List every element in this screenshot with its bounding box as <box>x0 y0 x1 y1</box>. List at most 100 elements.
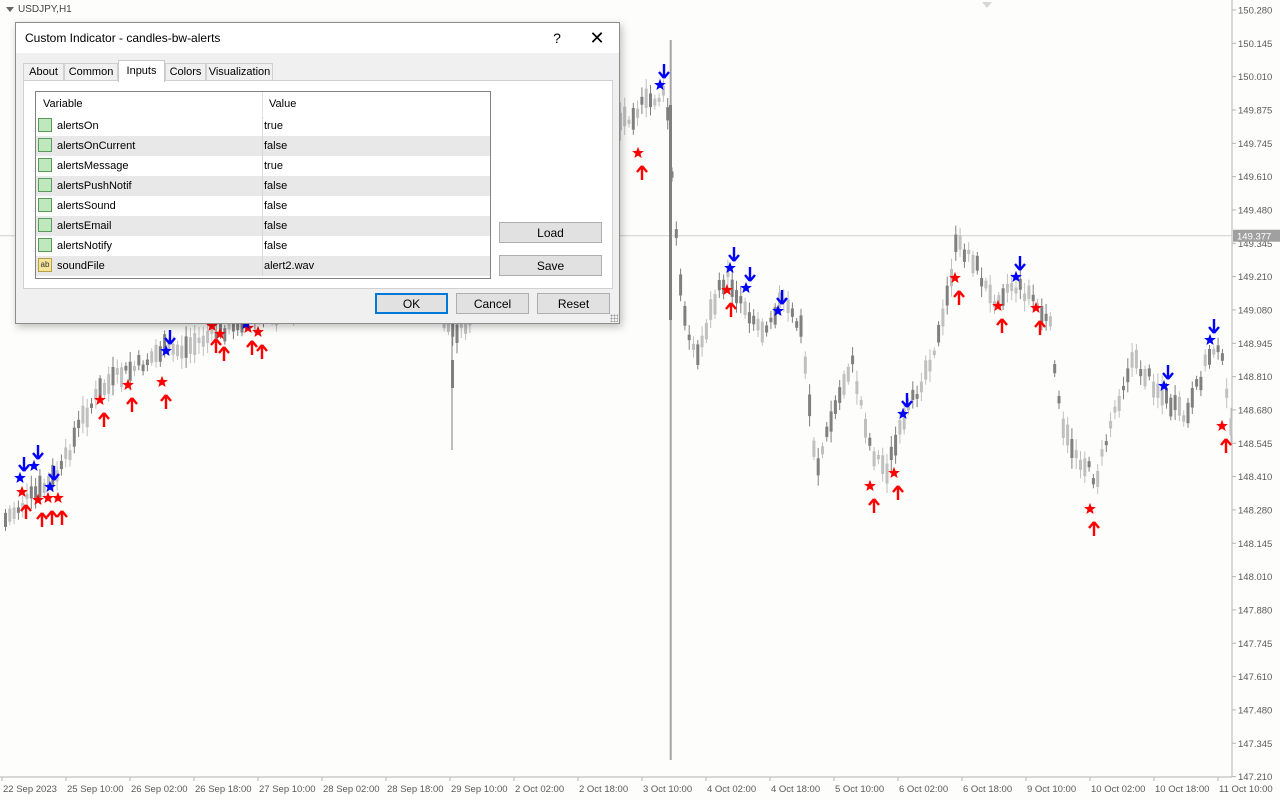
candle-body <box>1139 369 1143 377</box>
candle-body <box>653 98 657 106</box>
candle-body <box>1087 461 1091 468</box>
table-row[interactable]: alertsSound false <box>36 196 490 216</box>
column-header-variable[interactable]: Variable <box>43 98 83 110</box>
input-value[interactable]: true <box>264 120 283 132</box>
bool-icon <box>38 158 52 172</box>
candle-body <box>636 108 640 118</box>
price-label: 149.875 <box>1238 105 1272 116</box>
candle-body <box>1053 364 1057 374</box>
candle-body <box>881 455 885 475</box>
table-row[interactable]: alertsOnCurrent false <box>36 136 490 156</box>
candle-body <box>967 249 971 255</box>
input-value[interactable]: true <box>264 160 283 172</box>
candle-body <box>1190 387 1194 408</box>
bool-icon <box>38 118 52 132</box>
input-value[interactable]: alert2.wav <box>264 260 314 272</box>
table-row[interactable]: alertsPushNotif false <box>36 176 490 196</box>
save-button[interactable]: Save <box>499 255 602 276</box>
price-label: 149.745 <box>1238 139 1272 150</box>
tab-visualization[interactable]: Visualization <box>206 63 273 81</box>
star-icon <box>14 471 26 483</box>
star-icon <box>632 146 644 158</box>
candle-body <box>1100 449 1104 457</box>
price-label: 147.210 <box>1238 772 1272 783</box>
star-icon <box>1204 333 1216 345</box>
tab-common[interactable]: Common <box>64 63 118 81</box>
help-button[interactable]: ? <box>546 27 568 49</box>
column-header-value[interactable]: Value <box>269 98 296 110</box>
time-label: 5 Oct 10:00 <box>835 784 884 795</box>
candle-body <box>790 308 794 317</box>
load-button[interactable]: Load <box>499 222 602 243</box>
star-icon <box>1158 379 1170 391</box>
bool-icon <box>38 198 52 212</box>
up-arrow-icon <box>1220 438 1232 453</box>
table-row[interactable]: alertsOn true <box>36 116 490 136</box>
tab-about[interactable]: About <box>23 63 64 81</box>
candle-body <box>1079 459 1082 470</box>
table-row[interactable]: ab soundFile alert2.wav <box>36 256 490 276</box>
time-label: 4 Oct 02:00 <box>707 784 756 795</box>
up-arrow-icon <box>98 412 110 427</box>
collapse-triangle-icon[interactable] <box>6 6 14 12</box>
candle-body <box>1208 348 1211 365</box>
time-label: 28 Sep 02:00 <box>323 784 380 795</box>
column-divider[interactable] <box>262 92 263 115</box>
candle-body <box>137 355 141 366</box>
candle-body <box>124 365 128 371</box>
candle-body <box>945 285 949 306</box>
input-value[interactable]: false <box>264 180 287 192</box>
candle-body <box>752 315 756 325</box>
star-icon <box>864 479 876 491</box>
resize-grip-icon[interactable] <box>610 314 618 322</box>
ok-button[interactable]: OK <box>375 293 448 314</box>
table-header: Variable Value <box>36 92 490 115</box>
candle-body <box>1048 316 1052 327</box>
table-row[interactable]: alertsNotify false <box>36 236 490 256</box>
candle-body <box>803 356 807 374</box>
close-icon[interactable]: ✕ <box>582 25 612 51</box>
candle-body <box>649 93 652 108</box>
candle-body <box>180 345 184 359</box>
tab-colors[interactable]: Colors <box>165 63 206 81</box>
chart-shift-marker-icon[interactable] <box>982 2 992 8</box>
candle-body <box>455 324 459 343</box>
chart-symbol-label: USDJPY,H1 <box>6 4 72 15</box>
candle-body <box>201 335 205 347</box>
candle-body <box>932 350 936 356</box>
input-value[interactable]: false <box>264 240 287 252</box>
candle-body <box>188 337 192 354</box>
up-arrow-icon <box>892 485 904 500</box>
candle-body <box>1109 420 1113 429</box>
candle-body <box>855 381 859 395</box>
candle-body <box>911 389 915 400</box>
candle-body <box>1113 406 1117 413</box>
price-label: 148.810 <box>1238 372 1272 383</box>
up-arrow-icon <box>56 510 68 525</box>
table-row[interactable]: alertsMessage true <box>36 156 490 176</box>
tab-inputs[interactable]: Inputs <box>118 60 165 82</box>
candle-body <box>141 364 145 372</box>
up-arrow-icon <box>126 397 138 412</box>
candle-body <box>1070 439 1074 458</box>
time-label: 9 Oct 10:00 <box>1027 784 1076 795</box>
price-label: 148.145 <box>1238 539 1272 550</box>
reset-button[interactable]: Reset <box>537 293 610 314</box>
candle-body <box>111 366 115 386</box>
input-value[interactable]: false <box>264 200 287 212</box>
input-value[interactable]: false <box>264 140 287 152</box>
bool-icon <box>38 178 52 192</box>
candle-body <box>102 383 106 395</box>
down-arrow-icon <box>1162 365 1174 380</box>
input-value[interactable]: false <box>264 220 287 232</box>
table-row[interactable]: alertsEmail false <box>36 216 490 236</box>
custom-indicator-dialog: Custom Indicator - candles-bw-alerts ? ✕… <box>15 22 620 324</box>
candle-body <box>184 336 188 358</box>
cancel-button[interactable]: Cancel <box>456 293 529 314</box>
up-arrow-icon <box>953 290 965 305</box>
candle-body <box>846 366 850 382</box>
dialog-titlebar[interactable]: Custom Indicator - candles-bw-alerts ? ✕ <box>16 23 619 53</box>
candle-body <box>107 374 111 394</box>
price-label: 147.880 <box>1238 605 1272 616</box>
candle-body <box>81 405 85 424</box>
